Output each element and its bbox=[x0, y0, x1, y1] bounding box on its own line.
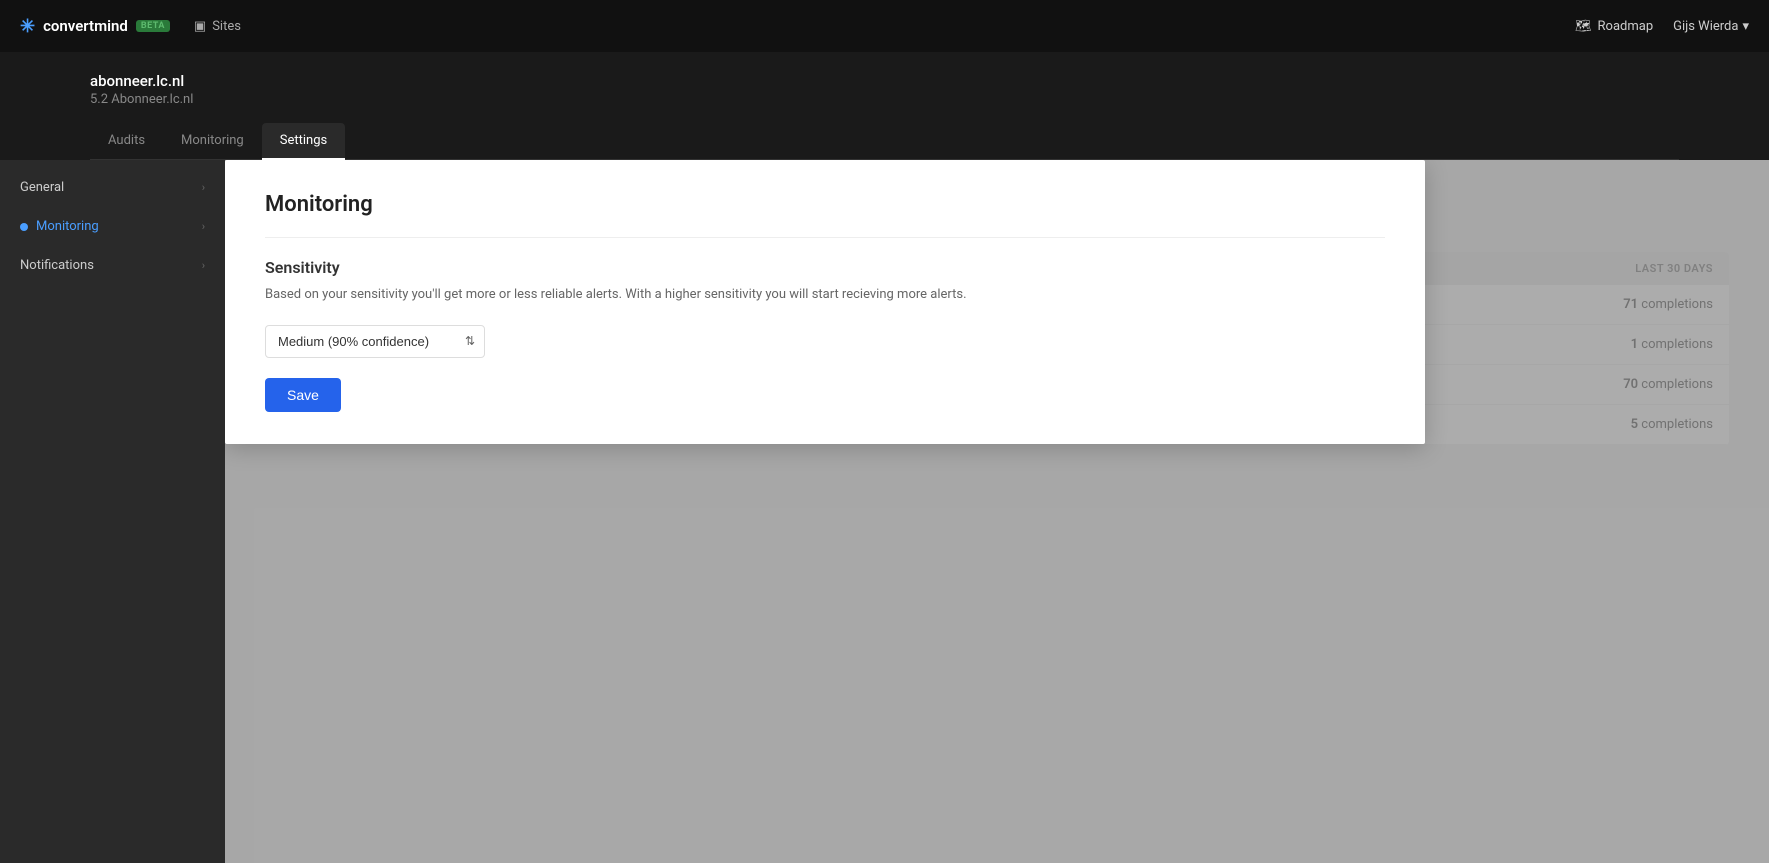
sub-header: abonneer.lc.nl 5.2 Abonneer.lc.nl Audits… bbox=[0, 52, 1769, 160]
sidebar-item-general[interactable]: General › bbox=[0, 168, 225, 207]
sensitivity-description: Based on your sensitivity you'll get mor… bbox=[265, 285, 1385, 305]
sensitivity-heading: Sensitivity bbox=[265, 258, 1385, 277]
logo-icon: ✳ bbox=[20, 16, 35, 37]
sensitivity-select-wrapper: Low (70% confidence) Medium (90% confide… bbox=[265, 325, 485, 358]
tab-settings[interactable]: Settings bbox=[262, 123, 345, 160]
main-layout: General › Monitoring › Notifications › G… bbox=[0, 160, 1769, 863]
sidebar-item-label: General bbox=[20, 180, 64, 195]
content-area: Goals You can select up to three goals w… bbox=[225, 160, 1769, 863]
save-button[interactable]: Save bbox=[265, 378, 341, 412]
chevron-right-icon: › bbox=[202, 181, 205, 194]
roadmap-icon: 🗺 bbox=[1575, 19, 1592, 34]
sidebar-item-label: Notifications bbox=[20, 258, 94, 273]
navbar-right: 🗺 Roadmap Gijs Wierda ▾ bbox=[1575, 19, 1749, 34]
logo-text: convertmind bbox=[43, 17, 128, 35]
site-name: abonneer.lc.nl bbox=[90, 72, 1679, 90]
chevron-down-icon: ▾ bbox=[1742, 19, 1749, 34]
roadmap-label: Roadmap bbox=[1598, 19, 1654, 34]
sidebar: General › Monitoring › Notifications › bbox=[0, 160, 225, 863]
tab-monitoring[interactable]: Monitoring bbox=[163, 123, 262, 160]
user-label: Gijs Wierda bbox=[1673, 19, 1738, 34]
navbar-left: ✳ convertmind BETA ▣ Sites bbox=[20, 16, 241, 37]
sensitivity-select[interactable]: Low (70% confidence) Medium (90% confide… bbox=[265, 325, 485, 358]
chevron-right-icon: › bbox=[202, 259, 205, 272]
sidebar-item-monitoring[interactable]: Monitoring › bbox=[0, 207, 225, 246]
sites-label: Sites bbox=[212, 19, 241, 34]
sidebar-item-notifications[interactable]: Notifications › bbox=[0, 246, 225, 285]
sites-nav[interactable]: ▣ Sites bbox=[194, 19, 241, 34]
site-sub: 5.2 Abonneer.lc.nl bbox=[90, 92, 1679, 107]
chevron-right-icon: › bbox=[202, 220, 205, 233]
user-menu-button[interactable]: Gijs Wierda ▾ bbox=[1673, 19, 1749, 34]
logo: ✳ convertmind BETA bbox=[20, 16, 170, 37]
navbar: ✳ convertmind BETA ▣ Sites 🗺 Roadmap Gij… bbox=[0, 0, 1769, 52]
roadmap-button[interactable]: 🗺 Roadmap bbox=[1575, 19, 1653, 34]
tab-audits[interactable]: Audits bbox=[90, 123, 163, 160]
sites-icon: ▣ bbox=[194, 19, 206, 34]
beta-badge: BETA bbox=[136, 20, 170, 32]
modal-overlay: Monitoring Sensitivity Based on your sen… bbox=[225, 160, 1769, 863]
active-dot bbox=[20, 223, 28, 231]
tabs: Audits Monitoring Settings bbox=[90, 123, 1679, 160]
monitoring-modal: Monitoring Sensitivity Based on your sen… bbox=[225, 160, 1425, 444]
sidebar-item-label: Monitoring bbox=[36, 219, 99, 234]
modal-title: Monitoring bbox=[265, 192, 1385, 238]
